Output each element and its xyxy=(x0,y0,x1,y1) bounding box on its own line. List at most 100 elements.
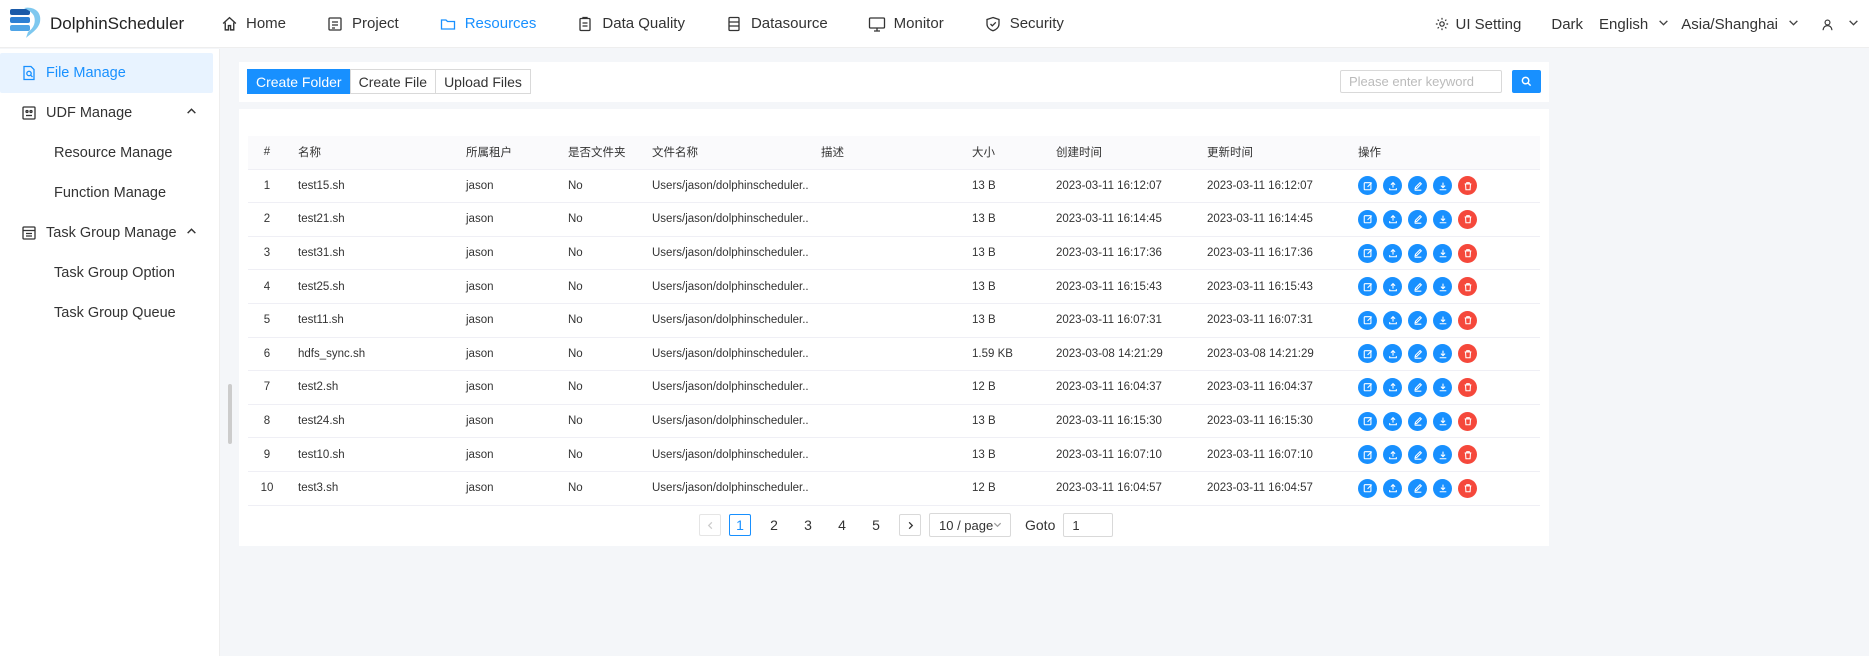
rename-button[interactable] xyxy=(1408,277,1427,297)
edit-button[interactable] xyxy=(1358,243,1377,263)
resource-name-cell[interactable]: test3.sh xyxy=(286,482,454,494)
nav-project[interactable]: Project xyxy=(306,0,419,48)
edit-button[interactable] xyxy=(1358,478,1377,498)
nav-security[interactable]: Security xyxy=(964,0,1084,48)
rename-button[interactable] xyxy=(1408,445,1427,465)
resource-name-cell[interactable]: test21.sh xyxy=(286,213,454,225)
page-button-2[interactable]: 2 xyxy=(763,514,785,536)
download-button[interactable] xyxy=(1433,377,1452,397)
edit-button[interactable] xyxy=(1358,377,1377,397)
resource-name-cell[interactable]: test11.sh xyxy=(286,314,454,326)
download-button[interactable] xyxy=(1433,243,1452,263)
resource-name-cell[interactable]: test15.sh xyxy=(286,180,454,192)
next-page-button[interactable] xyxy=(899,514,921,536)
sidebar-scrollbar[interactable] xyxy=(228,384,232,444)
resource-name-cell[interactable]: hdfs_sync.sh xyxy=(286,348,454,360)
rename-button[interactable] xyxy=(1408,377,1427,397)
rename-button[interactable] xyxy=(1408,243,1427,263)
delete-button[interactable] xyxy=(1458,344,1477,364)
delete-button[interactable] xyxy=(1458,243,1477,263)
edit-button[interactable] xyxy=(1358,344,1377,364)
reupload-button[interactable] xyxy=(1383,344,1402,364)
reupload-button[interactable] xyxy=(1383,176,1402,196)
row-index-cell: 8 xyxy=(263,415,271,428)
nav-resources[interactable]: Resources xyxy=(419,0,557,48)
search-input[interactable]: Please enter keyword xyxy=(1340,70,1502,93)
page-size-select[interactable]: 10 / page xyxy=(929,513,1011,537)
download-button[interactable] xyxy=(1433,445,1452,465)
reupload-button[interactable] xyxy=(1383,445,1402,465)
reupload-button[interactable] xyxy=(1383,478,1402,498)
page-button-5[interactable]: 5 xyxy=(865,514,887,536)
logo[interactable]: DolphinScheduler xyxy=(0,4,200,44)
download-button[interactable] xyxy=(1433,209,1452,229)
reupload-button[interactable] xyxy=(1383,277,1402,297)
resource-name-cell[interactable]: test25.sh xyxy=(286,281,454,293)
edit-button[interactable] xyxy=(1358,445,1377,465)
reupload-button[interactable] xyxy=(1383,377,1402,397)
edit-button[interactable] xyxy=(1358,411,1377,431)
rename-button[interactable] xyxy=(1408,478,1427,498)
nav-home[interactable]: Home xyxy=(200,0,306,48)
sidebar-item-function-manage[interactable]: Function Manage xyxy=(0,173,219,213)
delete-button[interactable] xyxy=(1458,411,1477,431)
resource-name-cell[interactable]: test2.sh xyxy=(286,381,454,393)
edit-button[interactable] xyxy=(1358,209,1377,229)
edit-button[interactable] xyxy=(1358,176,1377,196)
reupload-icon xyxy=(1388,214,1398,224)
reupload-button[interactable] xyxy=(1383,209,1402,229)
reupload-button[interactable] xyxy=(1383,243,1402,263)
sidebar-item-resource-manage[interactable]: Resource Manage xyxy=(0,133,219,173)
create-file-button[interactable]: Create File xyxy=(349,69,437,94)
create-folder-button[interactable]: Create Folder xyxy=(247,69,351,94)
search-button[interactable] xyxy=(1512,70,1541,93)
row-index-cell: 3 xyxy=(263,247,271,260)
page-button-1[interactable]: 1 xyxy=(729,514,751,536)
delete-button[interactable] xyxy=(1458,478,1477,498)
user-menu[interactable] xyxy=(1821,0,1869,48)
prev-page-button[interactable] xyxy=(699,514,721,536)
sidebar-item-task-group-manage[interactable]: Task Group Manage xyxy=(0,213,213,253)
delete-button[interactable] xyxy=(1458,277,1477,297)
download-button[interactable] xyxy=(1433,277,1452,297)
rename-button[interactable] xyxy=(1408,310,1427,330)
delete-button[interactable] xyxy=(1458,176,1477,196)
resource-name-cell[interactable]: test10.sh xyxy=(286,449,454,461)
rename-button[interactable] xyxy=(1408,176,1427,196)
rename-button[interactable] xyxy=(1408,411,1427,431)
upload-files-button[interactable]: Upload Files xyxy=(435,69,531,94)
ui-setting-button[interactable]: UI Setting xyxy=(1423,0,1540,48)
column-header: 名称 xyxy=(298,147,321,160)
timezone-select[interactable]: Asia/Shanghai xyxy=(1679,0,1821,48)
sidebar-item-task-group-option[interactable]: Task Group Option xyxy=(0,253,219,293)
theme-toggle[interactable]: Dark xyxy=(1539,0,1599,48)
resource-name-cell[interactable]: test24.sh xyxy=(286,415,454,427)
download-button[interactable] xyxy=(1433,310,1452,330)
delete-button[interactable] xyxy=(1458,377,1477,397)
nav-data-quality[interactable]: Data Quality xyxy=(556,0,705,48)
resource-name-cell[interactable]: test31.sh xyxy=(286,247,454,259)
goto-input[interactable]: 1 xyxy=(1063,513,1114,537)
sidebar-item-task-group-queue[interactable]: Task Group Queue xyxy=(0,293,219,333)
page-button-3[interactable]: 3 xyxy=(797,514,819,536)
delete-button[interactable] xyxy=(1458,310,1477,330)
page-button-4[interactable]: 4 xyxy=(831,514,853,536)
nav-home-label: Home xyxy=(246,15,287,32)
download-button[interactable] xyxy=(1433,176,1452,196)
download-button[interactable] xyxy=(1433,344,1452,364)
nav-datasource[interactable]: Datasource xyxy=(705,0,848,48)
download-button[interactable] xyxy=(1433,478,1452,498)
edit-button[interactable] xyxy=(1358,310,1377,330)
edit-button[interactable] xyxy=(1358,277,1377,297)
delete-button[interactable] xyxy=(1458,209,1477,229)
nav-monitor[interactable]: Monitor xyxy=(848,0,964,48)
download-button[interactable] xyxy=(1433,411,1452,431)
sidebar-item-file-manage[interactable]: File Manage xyxy=(0,53,213,93)
rename-button[interactable] xyxy=(1408,209,1427,229)
reupload-button[interactable] xyxy=(1383,411,1402,431)
reupload-button[interactable] xyxy=(1383,310,1402,330)
delete-button[interactable] xyxy=(1458,445,1477,465)
rename-button[interactable] xyxy=(1408,344,1427,364)
language-select[interactable]: English xyxy=(1599,0,1679,48)
sidebar-item-udf-manage[interactable]: UDF Manage xyxy=(0,93,213,133)
